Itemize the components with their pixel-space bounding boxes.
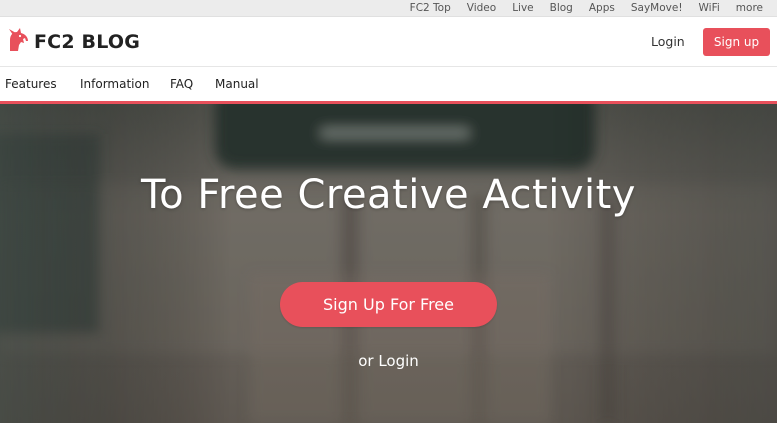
site-header: FC2 BLOG Login Sign up [0,17,777,67]
hero-title: To Free Creative Activity [141,172,636,218]
topbar-link-blog[interactable]: Blog [534,0,573,17]
nav-item-information[interactable]: Information [80,77,149,91]
topbar-link-live[interactable]: Live [496,0,533,17]
nav-item-faq[interactable]: FAQ [170,77,193,91]
header-signup-button[interactable]: Sign up [703,28,770,56]
topbar-link-more[interactable]: more [720,0,763,17]
header-login-link[interactable]: Login [651,34,685,49]
topbar-link-video[interactable]: Video [451,0,496,17]
top-utility-links: FC2 Top Video Live Blog Apps SayMove! Wi… [394,0,763,17]
hero-background-image [0,104,777,423]
hero-section: To Free Creative Activity Sign Up For Fr… [0,104,777,423]
nav-item-manual[interactable]: Manual [215,77,259,91]
top-utility-bar: FC2 Top Video Live Blog Apps SayMove! Wi… [0,0,777,17]
main-nav: Features Information FAQ Manual [0,67,777,102]
topbar-link-wifi[interactable]: WiFi [683,0,720,17]
topbar-link-fc2-top[interactable]: FC2 Top [394,0,451,17]
topbar-link-saymove[interactable]: SayMove! [615,0,683,17]
topbar-link-apps[interactable]: Apps [573,0,615,17]
hero-signup-button[interactable]: Sign Up For Free [280,282,497,327]
hero-login-link[interactable]: or Login [0,352,777,370]
site-logo[interactable]: FC2 BLOG [7,28,140,56]
fc2-unicorn-logo-icon [7,27,31,57]
logo-text: FC2 BLOG [34,31,141,53]
nav-item-features[interactable]: Features [5,77,57,91]
